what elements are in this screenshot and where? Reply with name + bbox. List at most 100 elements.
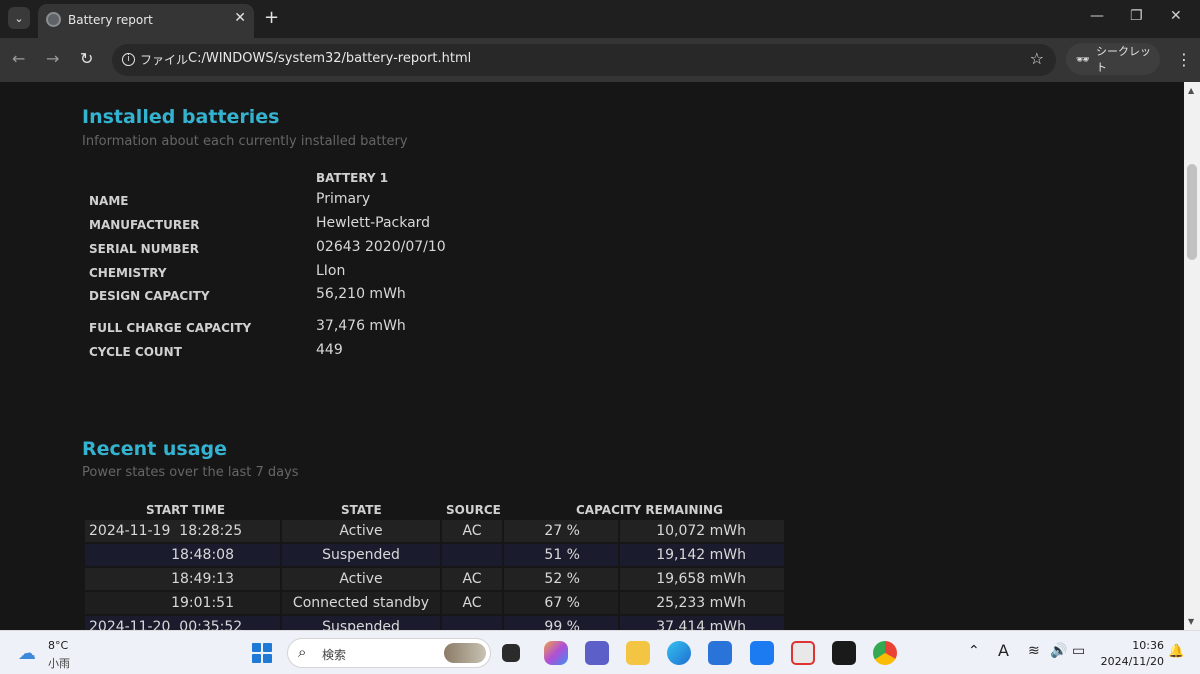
store-icon[interactable]	[708, 641, 732, 665]
recent-usage-title: Recent usage	[82, 438, 228, 460]
weather-description[interactable]: 小雨	[48, 655, 70, 671]
table-row: 18:49:13 Active AC 52 % 19,658 mWh	[85, 568, 785, 590]
globe-icon	[46, 12, 61, 27]
rain-cloud-icon[interactable]: ☁	[18, 643, 36, 664]
search-icon: ⌕	[298, 643, 307, 661]
scrollbar-thumb[interactable]	[1187, 164, 1197, 260]
row-state: Connected standby	[282, 592, 440, 614]
row-source	[442, 544, 502, 566]
row-time: 19:01:51	[171, 595, 234, 611]
wps-icon[interactable]	[750, 641, 774, 665]
file-explorer-icon[interactable]	[626, 641, 650, 665]
row-date: 2024-11-20	[89, 619, 171, 630]
tab-battery-report[interactable]: Battery report ✕	[38, 4, 254, 38]
close-icon[interactable]: ✕	[234, 10, 246, 26]
window-close-button[interactable]: ✕	[1170, 8, 1182, 24]
tab-search-button[interactable]: ⌄	[8, 7, 30, 29]
row-source: AC	[442, 568, 502, 590]
installed-batteries-title: Installed batteries	[82, 106, 280, 128]
row-percent: 67 %	[504, 592, 618, 614]
battery-column-header: BATTERY 1	[316, 171, 389, 185]
clock-time[interactable]: 10:36	[1128, 639, 1164, 652]
scroll-up-icon[interactable]: ▲	[1188, 86, 1194, 95]
row-time: 18:48:08	[171, 547, 234, 563]
table-row: 19:01:51 Connected standby AC 67 % 25,23…	[85, 592, 785, 614]
info-icon: i	[122, 53, 135, 66]
forward-button[interactable]: →	[46, 49, 59, 68]
row-percent: 51 %	[504, 544, 618, 566]
row-mwh: 19,142 mWh	[620, 544, 784, 566]
label-cycle-count: CYCLE COUNT	[89, 345, 182, 359]
chevron-down-icon: ⌄	[14, 11, 24, 25]
taskbar-search[interactable]: ⌕ 検索	[287, 638, 491, 668]
snipping-tool-icon[interactable]	[791, 641, 815, 665]
value-serial-number: 02643 2020/07/10	[316, 239, 446, 255]
task-view-icon[interactable]	[502, 644, 520, 662]
copilot-icon[interactable]	[544, 641, 568, 665]
label-chemistry: CHEMISTRY	[89, 266, 167, 280]
reload-button[interactable]: ↻	[80, 49, 93, 68]
search-highlight-image	[444, 643, 486, 663]
row-percent: 27 %	[504, 520, 618, 542]
minimize-button[interactable]: —	[1090, 8, 1104, 24]
label-manufacturer: MANUFACTURER	[89, 218, 200, 232]
clock-date[interactable]: 2024/11/20	[1100, 655, 1164, 668]
taskbar: ☁ 8°C 小雨 ⌕ 検索 ⌃ A ≋ 🔊 ▭ 10:36 2024/11/20…	[0, 630, 1200, 674]
incognito-label: シークレット	[1095, 45, 1151, 74]
label-name: NAME	[89, 194, 129, 208]
row-percent: 52 %	[504, 568, 618, 590]
row-mwh: 37,414 mWh	[620, 616, 784, 630]
battery-icon[interactable]: ▭	[1072, 643, 1085, 659]
value-design-capacity: 56,210 mWh	[316, 286, 406, 302]
chrome-icon[interactable]	[873, 641, 897, 665]
address-bar[interactable]: i ファイル C:/WINDOWS/system32/battery-repor…	[112, 44, 1056, 76]
restore-button[interactable]: ❐	[1130, 8, 1143, 24]
value-manufacturer: Hewlett-Packard	[316, 215, 431, 231]
value-cycle-count: 449	[316, 342, 343, 358]
vertical-scrollbar[interactable]: ▲ ▼	[1184, 82, 1200, 630]
header-source: SOURCE	[446, 503, 501, 517]
table-row: 2024-11-19 18:28:25 Active AC 27 % 10,07…	[85, 520, 785, 542]
wifi-icon[interactable]: ≋	[1028, 643, 1040, 659]
row-mwh: 25,233 mWh	[620, 592, 784, 614]
incognito-icon: 🕶	[1076, 52, 1090, 66]
new-tab-button[interactable]: +	[264, 8, 279, 28]
ime-icon[interactable]: A	[998, 641, 1009, 660]
row-mwh: 10,072 mWh	[620, 520, 784, 542]
label-serial-number: SERIAL NUMBER	[89, 242, 199, 256]
page-content: Installed batteries Information about ea…	[0, 82, 1184, 630]
bookmark-star-icon[interactable]: ☆	[1030, 49, 1044, 68]
row-time: 18:28:25	[179, 523, 243, 539]
row-time: 18:49:13	[171, 571, 234, 587]
installed-batteries-subtitle: Information about each currently install…	[82, 134, 408, 149]
notification-bell-icon[interactable]: 🔔	[1168, 644, 1184, 659]
url-text[interactable]: C:/WINDOWS/system32/battery-report.html	[188, 51, 471, 66]
row-source	[442, 616, 502, 630]
row-source: AC	[442, 520, 502, 542]
label-design-capacity: DESIGN CAPACITY	[89, 289, 210, 303]
row-percent: 99 %	[504, 616, 618, 630]
windows-start-icon[interactable]	[252, 643, 272, 663]
incognito-badge[interactable]: 🕶 シークレット	[1066, 43, 1160, 75]
browser-toolbar: ← → ↻ i ファイル C:/WINDOWS/system32/battery…	[0, 38, 1200, 82]
value-full-charge-capacity: 37,476 mWh	[316, 318, 406, 334]
scroll-down-icon[interactable]: ▼	[1188, 617, 1194, 626]
edge-icon[interactable]	[667, 641, 691, 665]
tab-strip: ⌄ Battery report ✕ + — ❐ ✕	[0, 0, 1200, 38]
value-chemistry: LIon	[316, 263, 346, 279]
terminal-icon[interactable]	[832, 641, 856, 665]
teams-icon[interactable]	[585, 641, 609, 665]
site-info-button[interactable]: i ファイル	[122, 51, 188, 68]
row-source: AC	[442, 592, 502, 614]
row-mwh: 19,658 mWh	[620, 568, 784, 590]
chevron-up-icon[interactable]: ⌃	[968, 643, 980, 659]
back-button[interactable]: ←	[12, 49, 25, 68]
header-state: STATE	[341, 503, 382, 517]
weather-temperature[interactable]: 8°C	[48, 639, 68, 652]
row-time: 00:35:52	[179, 619, 243, 630]
tab-title: Battery report	[68, 13, 153, 27]
search-placeholder: 検索	[322, 648, 347, 662]
volume-icon[interactable]: 🔊	[1050, 643, 1067, 659]
row-state: Active	[282, 520, 440, 542]
menu-kebab-icon[interactable]: ⋮	[1176, 50, 1192, 69]
